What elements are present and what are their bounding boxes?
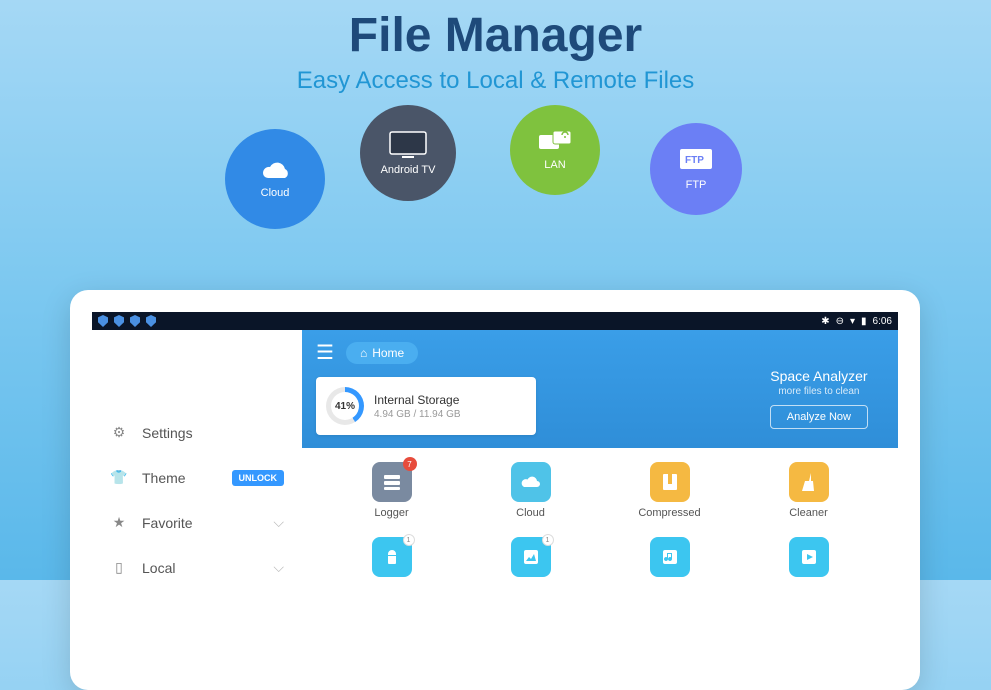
logger-icon: 7 — [372, 462, 412, 502]
main-content: ☰ ⌂ Home 41% Internal Storage 4.94 GB / … — [302, 330, 898, 668]
image-icon: 1 — [511, 537, 551, 577]
lan-icon — [537, 129, 573, 155]
grid-item-music[interactable] — [600, 537, 739, 577]
analyzer-sub: more files to clean — [770, 386, 868, 397]
promo-title: File Manager — [0, 8, 991, 63]
bubble-android-tv: Android TV — [360, 105, 456, 201]
app-screen: ✱ ⊖ ▾ ▮ 6:06 ⚙ Settings 👕 Theme UNLOCK — [92, 312, 898, 668]
breadcrumb-label: Home — [372, 346, 404, 360]
grid-item-cloud[interactable]: Cloud — [461, 462, 600, 519]
storage-percent: 41% — [335, 401, 355, 412]
grid-item-apps[interactable]: 1 — [322, 537, 461, 577]
tv-icon — [388, 130, 428, 160]
unlock-badge[interactable]: UNLOCK — [232, 470, 285, 486]
tile-label: Compressed — [638, 507, 700, 519]
status-time: 6:06 — [873, 316, 892, 327]
status-bar: ✱ ⊖ ▾ ▮ 6:06 — [92, 312, 898, 330]
bubble-tv-label: Android TV — [381, 164, 436, 176]
bubble-lan: LAN — [510, 105, 600, 195]
sidebar-item-local[interactable]: ▯ Local ⌵ — [92, 545, 302, 590]
sidebar-label: Theme — [142, 470, 186, 486]
star-icon: ★ — [110, 514, 128, 531]
sidebar-label: Favorite — [142, 515, 193, 531]
phone-icon: ▯ — [110, 559, 128, 576]
battery-icon: ▮ — [861, 316, 867, 327]
tile-label: Cloud — [516, 507, 545, 519]
category-grid: 7 Logger Cloud Compressed — [302, 448, 898, 591]
svg-text:FTP: FTP — [685, 155, 704, 166]
bubble-cloud: Cloud — [225, 129, 325, 229]
tablet-frame: ✱ ⊖ ▾ ▮ 6:06 ⚙ Settings 👕 Theme UNLOCK — [70, 290, 920, 690]
zip-icon — [650, 462, 690, 502]
shield-icon — [146, 315, 156, 327]
video-icon — [789, 537, 829, 577]
storage-title: Internal Storage — [374, 393, 461, 407]
broom-icon — [789, 462, 829, 502]
bubble-ftp: FTP FTP — [650, 123, 742, 215]
storage-ring: 41% — [326, 387, 364, 425]
cloud-icon — [257, 159, 293, 183]
grid-item-cleaner[interactable]: Cleaner — [739, 462, 878, 519]
sidebar-label: Local — [142, 560, 175, 576]
sidebar-item-favorite[interactable]: ★ Favorite ⌵ — [92, 500, 302, 545]
ftp-icon: FTP — [676, 147, 716, 175]
tile-label: Logger — [374, 507, 408, 519]
grid-item-compressed[interactable]: Compressed — [600, 462, 739, 519]
home-icon: ⌂ — [360, 346, 367, 360]
sidebar-item-settings[interactable]: ⚙ Settings — [92, 410, 302, 455]
sidebar-label: Settings — [142, 425, 193, 441]
android-icon: 1 — [372, 537, 412, 577]
shield-icon — [114, 315, 124, 327]
sidebar: ⚙ Settings 👕 Theme UNLOCK ★ Favorite ⌵ ▯… — [92, 330, 302, 668]
badge: 1 — [403, 534, 415, 546]
music-icon — [650, 537, 690, 577]
promo-subtitle: Easy Access to Local & Remote Files — [0, 67, 991, 95]
badge: 7 — [403, 457, 417, 471]
shield-icon — [130, 315, 140, 327]
grid-item-videos[interactable] — [739, 537, 878, 577]
chevron-down-icon: ⌵ — [273, 559, 284, 576]
dnd-icon: ⊖ — [836, 316, 844, 327]
analyze-now-button[interactable]: Analyze Now — [770, 405, 868, 429]
shirt-icon: 👕 — [110, 469, 128, 486]
tile-label: Cleaner — [789, 507, 828, 519]
wifi-icon: ▾ — [850, 316, 855, 327]
gear-icon: ⚙ — [110, 424, 128, 441]
bluetooth-icon: ✱ — [821, 316, 829, 327]
app-header: ☰ ⌂ Home 41% Internal Storage 4.94 GB / … — [302, 330, 898, 448]
grid-item-logger[interactable]: 7 Logger — [322, 462, 461, 519]
cloud-tile-icon — [511, 462, 551, 502]
sidebar-item-theme[interactable]: 👕 Theme UNLOCK — [92, 455, 302, 500]
grid-item-images[interactable]: 1 — [461, 537, 600, 577]
badge: 1 — [542, 534, 554, 546]
space-analyzer: Space Analyzer more files to clean Analy… — [770, 368, 868, 429]
chevron-down-icon: ⌵ — [273, 514, 284, 531]
analyzer-title: Space Analyzer — [770, 368, 868, 384]
hamburger-icon[interactable]: ☰ — [316, 340, 334, 365]
shield-icon — [98, 315, 108, 327]
bubble-cloud-label: Cloud — [261, 187, 290, 199]
feature-bubbles: Cloud Android TV LAN FTP FTP — [0, 105, 991, 235]
bubble-ftp-label: FTP — [686, 179, 707, 191]
storage-card[interactable]: 41% Internal Storage 4.94 GB / 11.94 GB — [316, 377, 536, 435]
storage-sub: 4.94 GB / 11.94 GB — [374, 409, 461, 420]
bubble-lan-label: LAN — [544, 159, 565, 171]
breadcrumb-home[interactable]: ⌂ Home — [346, 342, 418, 364]
